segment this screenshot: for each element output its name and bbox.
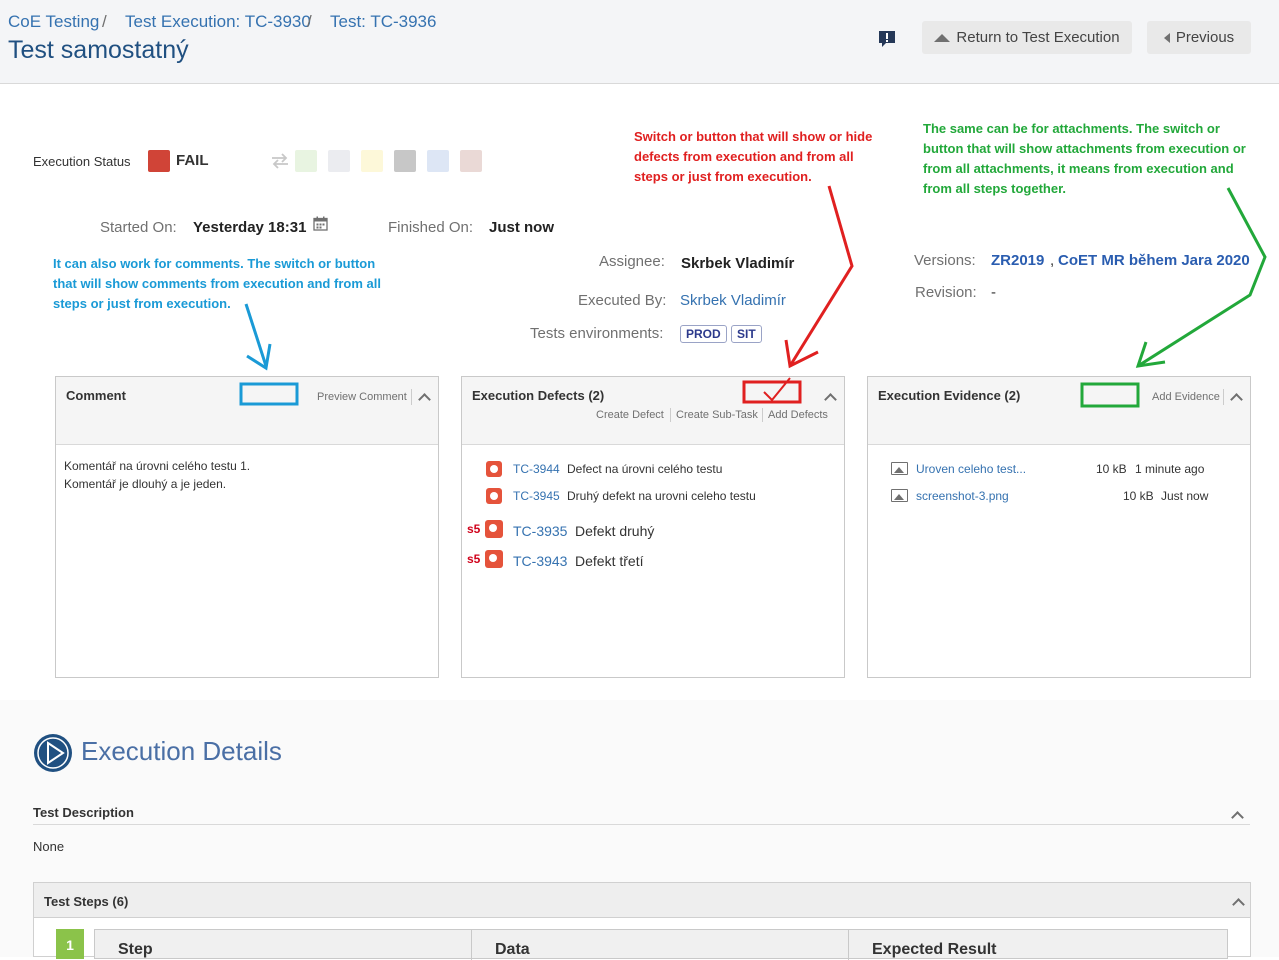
test-steps-header: Test Steps (6)	[34, 883, 1250, 918]
test-description-label: Test Description	[33, 805, 134, 820]
divider	[848, 930, 849, 960]
column-data: Data	[495, 941, 530, 958]
steps-table-header: Step Data Expected Result	[94, 929, 1228, 960]
column-expected-result: Expected Result	[872, 941, 997, 958]
arrow-evidence	[1137, 187, 1267, 368]
column-step: Step	[118, 941, 153, 958]
divider	[33, 824, 1250, 825]
test-steps-panel: Test Steps (6) 1 Step Data Expected Resu…	[33, 882, 1251, 960]
step-number-badge: 1	[56, 929, 84, 959]
execution-details-section: Execution Details Test Description None …	[0, 700, 1279, 960]
arrow-defects	[788, 185, 854, 367]
collapse-chevron-icon[interactable]	[1231, 811, 1244, 824]
highlight-box-comments	[239, 382, 299, 406]
test-description-value: None	[33, 839, 65, 854]
play-icon	[34, 734, 72, 772]
divider	[471, 930, 472, 960]
execution-details-heading: Execution Details	[81, 736, 282, 766]
highlight-box-evidence	[1080, 382, 1140, 408]
test-steps-label: Test Steps (6)	[44, 894, 129, 909]
annotation-overlay	[239, 185, 1267, 408]
collapse-chevron-icon[interactable]	[1232, 898, 1245, 911]
